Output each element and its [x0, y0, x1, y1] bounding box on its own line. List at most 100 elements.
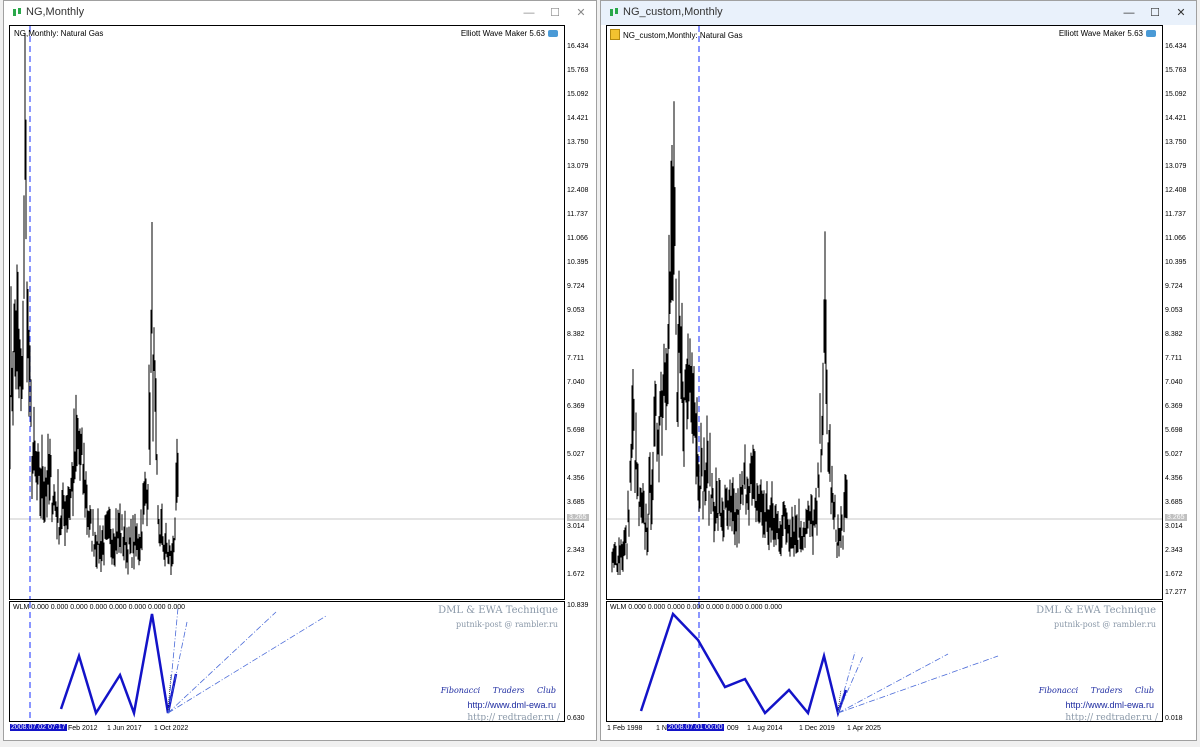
price-scale-label: 1.672 — [567, 571, 585, 578]
price-scale-label: 15.763 — [1165, 67, 1187, 74]
time-label: 1 Dec 2019 — [799, 725, 835, 732]
watermark-club: Fibonacci Traders Club — [1038, 686, 1154, 695]
price-scale-label: 5.698 — [567, 427, 585, 434]
price-chart[interactable]: NG_custom,Monthly: Natural Gas Elliott W… — [606, 25, 1163, 600]
price-scale-label: 5.698 — [1165, 427, 1183, 434]
elliott-wave-line — [59, 613, 178, 718]
price-scale-label: 13.079 — [1165, 163, 1187, 170]
fibonacci-fan-line — [167, 615, 327, 714]
indicator-subwindow[interactable]: WLM 0.000 0.000 0.000 0.000 0.000 0.000 … — [606, 601, 1163, 722]
minimize-button[interactable]: — — [1116, 3, 1142, 23]
price-scale-label: 14.421 — [567, 115, 589, 122]
price-scale-label: 10.395 — [567, 259, 589, 266]
time-label: 1 Aug 2014 — [747, 725, 783, 732]
price-scale-label: 15.092 — [567, 91, 589, 98]
price-scale-label: 13.079 — [567, 163, 589, 170]
price-scale-label: 9.724 — [1165, 283, 1183, 290]
price-scale-label: 7.711 — [567, 355, 584, 362]
time-label: 1 Oct 2022 — [154, 725, 189, 732]
time-label: 1 Apr 2025 — [847, 725, 881, 732]
watermark-club: Fibonacci Traders Club — [440, 686, 556, 695]
custom-symbol-icon — [610, 29, 620, 40]
price-scale-label: 7.711 — [1165, 355, 1182, 362]
price-scale-label: 3.685 — [567, 499, 585, 506]
price-scale-label: 7.040 — [1165, 379, 1183, 386]
price-scale-label: 12.408 — [567, 187, 589, 194]
window-title: NG,Monthly — [26, 6, 85, 18]
fibonacci-fan-line — [167, 611, 277, 714]
chart-window-ng[interactable]: NG,Monthly — ☐ ✕ NG,Monthly: Natural Gas… — [3, 0, 597, 741]
price-scale-label: 7.040 — [567, 379, 585, 386]
indicator-name: Elliott Wave Maker 5.63 — [1059, 29, 1156, 38]
price-scale-label: 10.395 — [1165, 259, 1187, 266]
time-label: 009 — [727, 725, 739, 732]
price-scale-label: 3.685 — [1165, 499, 1183, 506]
current-price-label: 3.265 — [567, 514, 589, 522]
indicator-scale-max: 10.839 — [567, 602, 589, 609]
price-scale-label: 5.027 — [567, 451, 585, 458]
wlm-label: WLM 0.000 0.000 0.000 0.000 0.000 0.000 … — [13, 604, 186, 611]
chart-candles-icon — [13, 8, 21, 16]
price-scale-label: 16.434 — [567, 43, 589, 50]
price-scale-label: 15.763 — [567, 67, 589, 74]
price-scale-label: 13.750 — [1165, 139, 1187, 146]
price-scale-label: 3.014 — [567, 523, 585, 530]
price-scale-label: 2.343 — [1165, 547, 1183, 554]
indicator-name: Elliott Wave Maker 5.63 — [461, 29, 558, 38]
window-titlebar[interactable]: NG,Monthly — ☐ ✕ — [4, 1, 596, 25]
price-bars — [607, 26, 1162, 599]
fibonacci-fan-line — [167, 621, 188, 714]
price-scale-label: 3.014 — [1165, 523, 1183, 530]
price-bars — [10, 26, 564, 599]
current-price-label: 3.265 — [1165, 514, 1187, 522]
indicator-scale-min: 0.018 — [1165, 715, 1183, 722]
price-scale-label: 11.737 — [1165, 211, 1186, 218]
price-scale-label: 1.672 — [1165, 571, 1183, 578]
chart-candles-icon — [610, 8, 618, 16]
symbol-label: NG_custom,Monthly: Natural Gas — [610, 29, 743, 40]
price-scale-label: 8.382 — [1165, 331, 1183, 338]
graduation-cap-icon — [548, 30, 558, 37]
price-scale-label: 9.724 — [567, 283, 585, 290]
price-scale-label: 9.053 — [567, 307, 585, 314]
indicator-subwindow[interactable]: WLM 0.000 0.000 0.000 0.000 0.000 0.000 … — [9, 601, 565, 722]
wlm-label: WLM 0.000 0.000 0.000 0.000 0.000 0.000 … — [610, 604, 783, 611]
crosshair-time-label: 2008.07.02 07:17 — [10, 724, 67, 731]
fibonacci-fan-line — [837, 655, 999, 714]
watermark-url-2[interactable]: http:// redtrader.ru / — [467, 713, 560, 721]
price-scale-label: 12.408 — [1165, 187, 1187, 194]
price-scale-label: 8.382 — [567, 331, 585, 338]
fibonacci-fan-line — [837, 653, 949, 714]
watermark-title: DML & EWA Technique — [438, 605, 558, 616]
chart-window-ng-custom[interactable]: NG_custom,Monthly — ☐ ✕ NG_custom,Monthl… — [600, 0, 1197, 741]
maximize-button[interactable]: ☐ — [542, 3, 568, 23]
fibonacci-fan-line — [167, 607, 179, 714]
price-scale-label: 2.343 — [567, 547, 585, 554]
close-button[interactable]: ✕ — [1168, 3, 1194, 23]
watermark-title: DML & EWA Technique — [1036, 605, 1156, 616]
watermark-url-1[interactable]: http://www.dml-ewa.ru — [467, 700, 556, 710]
close-button[interactable]: ✕ — [568, 3, 594, 23]
price-scale-label: 13.750 — [567, 139, 589, 146]
time-label: 1 Feb 1998 — [607, 725, 643, 732]
elliott-wave-line — [639, 611, 848, 718]
maximize-button[interactable]: ☐ — [1142, 3, 1168, 23]
window-title: NG_custom,Monthly — [623, 6, 723, 18]
watermark-url-1[interactable]: http://www.dml-ewa.ru — [1065, 700, 1154, 710]
price-scale-label: 5.027 — [1165, 451, 1183, 458]
time-label: 1 N — [656, 725, 667, 732]
price-scale-label: 11.066 — [1165, 235, 1186, 242]
window-titlebar[interactable]: NG_custom,Monthly — ☐ ✕ — [601, 1, 1196, 25]
price-scale-label: 15.092 — [1165, 91, 1187, 98]
minimize-button[interactable]: — — [516, 3, 542, 23]
indicator-scale-min: 0.630 — [567, 715, 585, 722]
watermark-url-2[interactable]: http:// redtrader.ru / — [1065, 713, 1158, 721]
time-label: Feb 2012 — [68, 725, 98, 732]
price-scale-label: 9.053 — [1165, 307, 1183, 314]
time-label: 1 Jun 2017 — [107, 725, 142, 732]
price-chart[interactable]: NG,Monthly: Natural Gas Elliott Wave Mak… — [9, 25, 565, 600]
price-scale-label: 16.434 — [1165, 43, 1187, 50]
indicator-scale-max: 17.277 — [1165, 589, 1187, 596]
price-scale-label: 4.356 — [1165, 475, 1183, 482]
price-scale-label: 4.356 — [567, 475, 585, 482]
